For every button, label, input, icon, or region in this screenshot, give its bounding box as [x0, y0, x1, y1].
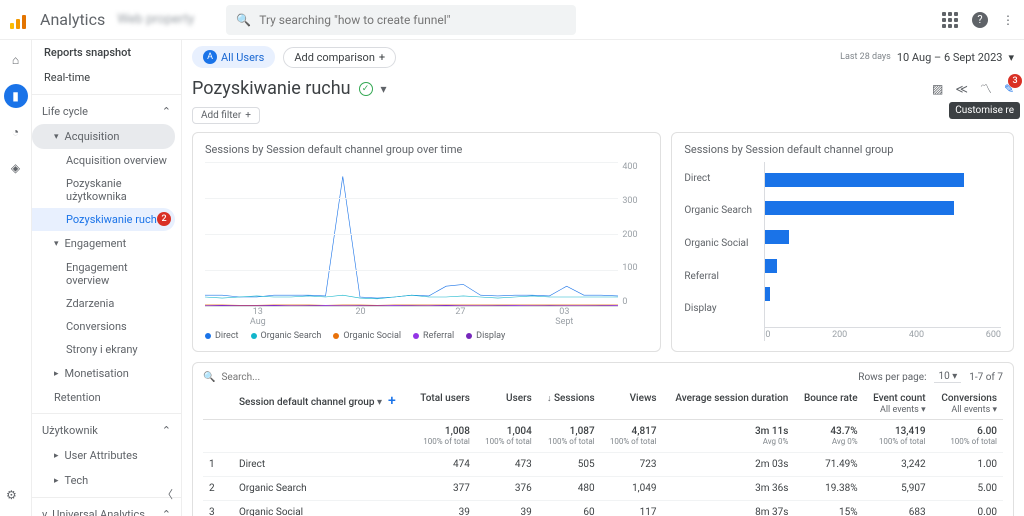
table-row[interactable]: 3Organic Social3939601178m 37s15%6830.00: [203, 501, 1003, 516]
main-content: A All Users Add comparison + Last 28 day…: [182, 40, 1024, 516]
dimension-header: Session default channel group: [239, 397, 374, 408]
sidebar-reports-snapshot[interactable]: Reports snapshot: [32, 40, 181, 65]
sidebar-acq-user[interactable]: Pozyskanie użytkownika: [32, 172, 181, 208]
bar[interactable]: [765, 259, 777, 273]
bar-chart[interactable]: Direct Organic Search Organic Social Referr…: [684, 162, 1001, 341]
help-icon[interactable]: ?: [972, 12, 988, 28]
bar-label: Display: [684, 303, 764, 314]
rail-ads-icon[interactable]: ◈: [4, 156, 28, 180]
rows-per-page-label: Rows per page:: [858, 372, 926, 383]
bar-label: Direct: [684, 173, 764, 184]
rows-per-page-select[interactable]: 10 ▾: [934, 371, 961, 383]
plus-icon: +: [245, 110, 251, 121]
sidebar-section-user[interactable]: Użytkownik ⌃: [32, 418, 181, 443]
date-range-label: Last 28 days: [840, 52, 891, 62]
bar[interactable]: [765, 287, 770, 301]
verified-icon: ✓: [359, 82, 373, 96]
ga-logo-icon: [10, 11, 28, 29]
chart-title: Sessions by Session default channel grou…: [205, 143, 648, 156]
sidebar-tech[interactable]: Tech: [32, 468, 181, 493]
rail-home-icon[interactable]: ⌂: [4, 48, 28, 72]
sidebar-user-attributes[interactable]: User Attributes: [32, 443, 181, 468]
sidebar-retention[interactable]: Retention: [32, 386, 181, 409]
search-icon: 🔍: [203, 372, 215, 383]
nav-rail: ⌂ ▮ ◔ ◈ ⚙: [0, 40, 32, 516]
line-chart[interactable]: 4003002001000 13Aug202703Sept: [205, 162, 648, 327]
data-table-card: 🔍 Rows per page: 10 ▾ 1-7 of 7 Session d…: [192, 362, 1014, 516]
sidebar-eng-conversions[interactable]: Conversions: [32, 315, 181, 338]
chevron-up-icon: ⌃: [162, 508, 171, 516]
property-name[interactable]: Web property: [117, 12, 194, 27]
table-row[interactable]: 1Direct4744735057232m 03s71.49%3,2421.00: [203, 453, 1003, 477]
sidebar-section-label: v_Universal Analytics: [42, 508, 145, 516]
segment-all-users[interactable]: A All Users: [192, 46, 275, 68]
chevron-up-icon: ⌃: [162, 105, 171, 118]
bar-label: Organic Social: [684, 238, 764, 249]
bar[interactable]: [765, 230, 789, 244]
apps-icon[interactable]: [942, 12, 958, 28]
bar[interactable]: [765, 201, 954, 215]
bar-label: Organic Search: [684, 205, 764, 216]
collapse-sidebar-icon[interactable]: 〈: [162, 486, 173, 502]
sidebar-section-label: Life cycle: [42, 105, 88, 118]
settings-icon[interactable]: ⚙: [6, 488, 17, 502]
sidebar-eng-overview[interactable]: Engagement overview: [32, 256, 181, 292]
chevron-up-icon: ⌃: [162, 424, 171, 437]
add-filter-button[interactable]: Add filter +: [192, 107, 260, 124]
product-name: Analytics: [40, 10, 105, 29]
share-icon[interactable]: ≪: [955, 82, 968, 96]
table-row[interactable]: 2Organic Search3773764801,0493m 36s19.38…: [203, 477, 1003, 501]
sidebar-monetisation[interactable]: Monetisation: [32, 361, 181, 386]
search-input[interactable]: [259, 13, 566, 27]
chevron-down-icon: ▾: [1008, 51, 1014, 64]
chevron-down-icon[interactable]: ▾: [381, 82, 387, 96]
sidebar-section-ua[interactable]: v_Universal Analytics ⌃: [32, 502, 181, 516]
sidebar-acquisition[interactable]: Acquisition: [32, 124, 175, 149]
sidebar-acq-traffic[interactable]: Pozyskiwanie ruchu 2: [32, 208, 175, 231]
bar-label: Referral: [684, 271, 764, 282]
callout-badge-2: 2: [157, 212, 171, 226]
bar[interactable]: [765, 173, 963, 187]
sidebar-item-label: Pozyskiwanie ruchu: [66, 213, 163, 226]
table-search-input[interactable]: [221, 372, 354, 383]
line-chart-card: Sessions by Session default channel grou…: [192, 132, 661, 352]
add-comparison-button[interactable]: Add comparison +: [283, 47, 396, 68]
date-range-value: 10 Aug – 6 Sept 2023: [897, 51, 1003, 64]
global-search[interactable]: 🔍: [226, 5, 576, 35]
sidebar-acq-overview[interactable]: Acquisition overview: [32, 149, 181, 172]
more-icon[interactable]: ⋮: [1002, 13, 1014, 27]
sidebar-engagement[interactable]: Engagement: [32, 231, 181, 256]
sidebar-section-label: Użytkownik: [42, 424, 98, 437]
sidebar-realtime[interactable]: Real-time: [32, 65, 181, 90]
chart-legend: DirectOrganic SearchOrganic SocialReferr…: [205, 331, 648, 341]
insights-icon[interactable]: ▨: [932, 82, 943, 96]
button-label: Add filter: [201, 110, 241, 121]
customise-tooltip: Customise re: [949, 102, 1020, 119]
plus-icon: +: [379, 51, 385, 64]
search-icon: 🔍: [236, 13, 251, 27]
rail-reports-icon[interactable]: ▮: [4, 84, 28, 108]
reports-sidebar: Reports snapshot Real-time Life cycle ⌃ …: [32, 40, 182, 516]
add-dimension-icon[interactable]: +: [388, 393, 396, 409]
sidebar-eng-pages[interactable]: Strony i ekrany: [32, 338, 181, 361]
data-table: Session default channel group ▾+Total us…: [203, 389, 1003, 516]
page-title: Pozyskiwanie ruchu: [192, 78, 351, 99]
segment-avatar-icon: A: [203, 50, 217, 64]
date-range-picker[interactable]: Last 28 days 10 Aug – 6 Sept 2023 ▾: [840, 51, 1014, 64]
sidebar-eng-events[interactable]: Zdarzenia: [32, 292, 181, 315]
sidebar-section-lifecycle[interactable]: Life cycle ⌃ 1: [32, 99, 181, 124]
table-search[interactable]: 🔍: [203, 372, 354, 383]
callout-badge-3: 3: [1008, 74, 1022, 88]
topbar: Analytics Web property 🔍 ? ⋮: [0, 0, 1024, 40]
chart-title: Sessions by Session default channel grou…: [684, 143, 1001, 156]
rail-explore-icon[interactable]: ◔: [4, 120, 28, 144]
segment-label: All Users: [221, 51, 264, 64]
bar-chart-card: Sessions by Session default channel grou…: [671, 132, 1014, 352]
button-label: Add comparison: [294, 51, 375, 64]
pagination-range: 1-7 of 7: [969, 372, 1003, 383]
trend-icon[interactable]: 〽: [980, 80, 992, 97]
